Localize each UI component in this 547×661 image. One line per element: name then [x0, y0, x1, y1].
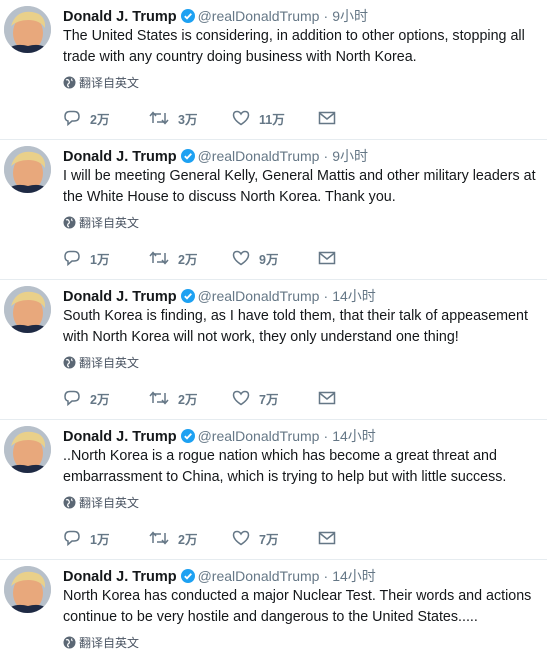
globe-icon — [63, 496, 76, 509]
reply-icon — [64, 530, 80, 547]
author-handle[interactable]: @realDonaldTrump — [198, 148, 320, 164]
retweet-button[interactable]: 3万 — [149, 108, 232, 128]
translate-link[interactable]: 翻译自英文 — [63, 494, 543, 512]
reply-icon — [64, 390, 80, 407]
tweet-text: I will be meeting General Kelly, General… — [63, 168, 536, 205]
globe-icon — [63, 636, 76, 649]
translate-link[interactable]: 翻译自英文 — [63, 214, 543, 232]
tweet[interactable]: Donald J. Trump @realDonaldTrump · 14小时 .… — [0, 420, 547, 560]
heart-icon — [232, 110, 250, 126]
retweet-icon — [149, 531, 169, 545]
verified-badge-icon — [180, 149, 195, 163]
author-name[interactable]: Donald J. Trump — [63, 429, 177, 445]
direct-message-button[interactable] — [318, 528, 336, 548]
reply-button[interactable]: 1万 — [63, 248, 149, 268]
tweet[interactable]: Donald J. Trump @realDonaldTrump · 9小时 Th… — [0, 0, 547, 140]
direct-message-button[interactable] — [318, 108, 336, 128]
like-button[interactable]: 7万 — [232, 528, 318, 548]
globe-icon — [63, 76, 76, 89]
avatar[interactable] — [4, 286, 51, 333]
verified-badge-icon — [180, 569, 195, 583]
tweet-timestamp[interactable]: 14小时 — [332, 428, 376, 444]
like-count: 9万 — [259, 252, 279, 267]
translate-link[interactable]: 翻译自英文 — [63, 354, 543, 372]
verified-badge-icon — [180, 429, 195, 443]
author-handle[interactable]: @realDonaldTrump — [198, 568, 320, 584]
retweet-button[interactable]: 2万 — [149, 528, 232, 548]
like-count: 7万 — [259, 392, 279, 407]
separator-dot: · — [323, 148, 329, 164]
translate-link[interactable]: 翻译自英文 — [63, 634, 543, 652]
like-button[interactable]: 9万 — [232, 248, 318, 268]
tweet-text: North Korea has conducted a major Nuclea… — [63, 588, 532, 625]
tweet[interactable]: Donald J. Trump @realDonaldTrump · 14小时 S… — [0, 280, 547, 420]
retweet-count: 2万 — [178, 532, 198, 547]
translate-label: 翻译自英文 — [79, 356, 140, 370]
retweet-icon — [149, 391, 169, 405]
author-name[interactable]: Donald J. Trump — [63, 149, 177, 165]
author-name[interactable]: Donald J. Trump — [63, 569, 177, 585]
translate-label: 翻译自英文 — [79, 216, 140, 230]
reply-count: 1万 — [90, 252, 110, 267]
tweet-text: The United States is considering, in add… — [63, 28, 525, 65]
tweet-timestamp[interactable]: 14小时 — [332, 288, 376, 304]
author-name[interactable]: Donald J. Trump — [63, 9, 177, 25]
reply-button[interactable]: 1万 — [63, 528, 149, 548]
retweet-button[interactable]: 2万 — [149, 388, 232, 408]
tweet-text: ..North Korea is a rogue nation which ha… — [63, 448, 507, 485]
tweet[interactable]: Donald J. Trump @realDonaldTrump · 14小时 N… — [0, 560, 547, 661]
separator-dot: · — [323, 568, 329, 584]
envelope-icon — [318, 531, 336, 545]
direct-message-button[interactable] — [318, 388, 336, 408]
tweet-timestamp[interactable]: 9小时 — [332, 8, 368, 24]
globe-icon — [63, 356, 76, 369]
retweet-count: 2万 — [178, 252, 198, 267]
like-button[interactable]: 7万 — [232, 388, 318, 408]
avatar[interactable] — [4, 566, 51, 613]
retweet-count: 3万 — [178, 112, 198, 127]
tweet-timestamp[interactable]: 14小时 — [332, 568, 376, 584]
retweet-icon — [149, 251, 169, 265]
reply-icon — [64, 250, 80, 267]
separator-dot: · — [323, 8, 329, 24]
avatar[interactable] — [4, 146, 51, 193]
translate-label: 翻译自英文 — [79, 76, 140, 90]
author-handle[interactable]: @realDonaldTrump — [198, 288, 320, 304]
tweet-text: South Korea is finding, as I have told t… — [63, 308, 528, 345]
like-count: 11万 — [259, 112, 285, 127]
reply-count: 2万 — [90, 392, 110, 407]
retweet-button[interactable]: 2万 — [149, 248, 232, 268]
envelope-icon — [318, 391, 336, 405]
reply-count: 2万 — [90, 112, 110, 127]
envelope-icon — [318, 111, 336, 125]
avatar[interactable] — [4, 426, 51, 473]
tweet-timestamp[interactable]: 9小时 — [332, 148, 368, 164]
verified-badge-icon — [180, 289, 195, 303]
author-handle[interactable]: @realDonaldTrump — [198, 428, 320, 444]
tweet[interactable]: Donald J. Trump @realDonaldTrump · 9小时 I … — [0, 140, 547, 280]
author-name[interactable]: Donald J. Trump — [63, 289, 177, 305]
translate-label: 翻译自英文 — [79, 496, 140, 510]
translate-link[interactable]: 翻译自英文 — [63, 74, 543, 92]
reply-icon — [64, 110, 80, 127]
heart-icon — [232, 250, 250, 266]
retweet-icon — [149, 111, 169, 125]
avatar[interactable] — [4, 6, 51, 53]
direct-message-button[interactable] — [318, 248, 336, 268]
author-handle[interactable]: @realDonaldTrump — [198, 8, 320, 24]
separator-dot: · — [323, 428, 329, 444]
heart-icon — [232, 530, 250, 546]
retweet-count: 2万 — [178, 392, 198, 407]
globe-icon — [63, 216, 76, 229]
verified-badge-icon — [180, 9, 195, 23]
reply-count: 1万 — [90, 532, 110, 547]
reply-button[interactable]: 2万 — [63, 388, 149, 408]
reply-button[interactable]: 2万 — [63, 108, 149, 128]
heart-icon — [232, 390, 250, 406]
like-button[interactable]: 11万 — [232, 108, 318, 128]
like-count: 7万 — [259, 532, 279, 547]
separator-dot: · — [323, 288, 329, 304]
envelope-icon — [318, 251, 336, 265]
translate-label: 翻译自英文 — [79, 636, 140, 650]
